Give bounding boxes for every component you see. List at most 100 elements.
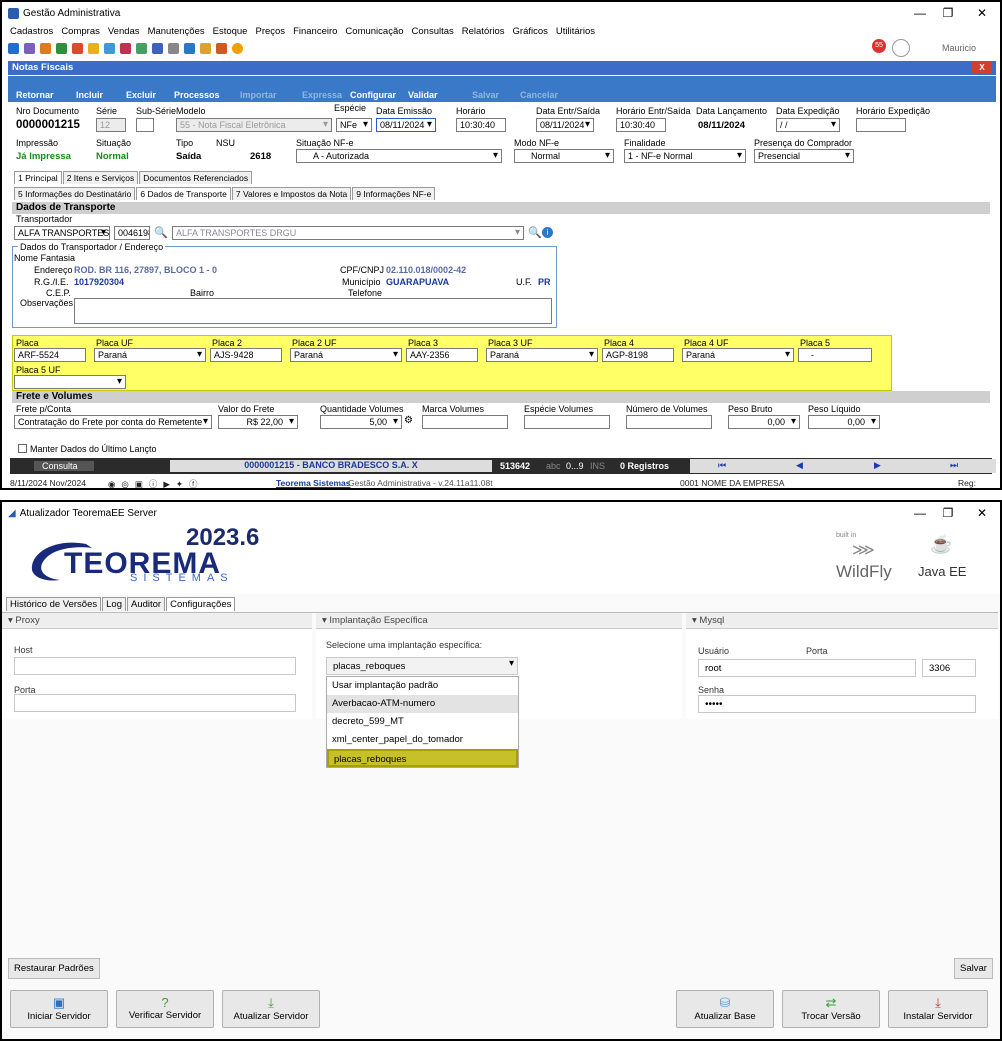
tab-auditor[interactable]: Auditor [126,597,166,611]
hentr-field[interactable]: 10:30:40 [616,118,666,132]
atualizar-base-button[interactable]: ⛁ Atualizar Base [676,990,774,1028]
peso-bruto-field[interactable]: 0,00 [728,415,800,429]
tab-docs-ref[interactable]: Documentos Referenciados [139,171,253,184]
menu-comunicacao[interactable]: Comunicação [345,26,403,37]
minimize-icon[interactable]: — [910,6,930,20]
usuario-input[interactable]: root [698,659,916,677]
proxy-header[interactable]: ▾ Proxy [2,613,312,629]
atualizar-servidor-button[interactable]: ⤓ Atualizar Servidor [222,990,320,1028]
users-icon[interactable] [24,42,35,54]
transportador-select[interactable]: ALFA TRANSPORTES [14,226,110,240]
numero-vol-field[interactable] [626,415,712,429]
tab-principal[interactable]: 1 Principal [14,171,62,184]
modo-select[interactable]: Normal [514,149,614,163]
impl-select[interactable]: placas_reboques [326,657,518,675]
incluir-button[interactable]: Incluir [76,90,103,100]
transportador-name[interactable]: ALFA TRANSPORTES DRGU [172,226,524,240]
impl-option[interactable]: Usar implantação padrão [327,677,518,695]
menu-compras[interactable]: Compras [61,26,100,37]
menu-graficos[interactable]: Gráficos [513,26,548,37]
cancelar-button[interactable]: Cancelar [520,90,558,100]
porta-input[interactable] [14,694,296,712]
validar-button[interactable]: Validar [408,90,438,100]
hexped-field[interactable] [856,118,906,132]
menu-financeiro[interactable]: Financeiro [293,26,337,37]
excluir-button[interactable]: Excluir [126,90,156,100]
impl-option-selected[interactable]: placas_reboques [327,749,518,767]
marca-field[interactable] [422,415,508,429]
footer-brand[interactable]: Teorema Sistemas [276,478,351,488]
menu-utilitarios[interactable]: Utilitários [556,26,595,37]
emissao-field[interactable]: 08/11/2024 [376,118,436,132]
maximize-icon[interactable]: ❐ [938,6,958,20]
processos-button[interactable]: Processos [174,90,220,100]
restaurar-button[interactable]: Restaurar Padrões [8,958,100,979]
peso-liquido-field[interactable]: 0,00 [808,415,880,429]
impl-header[interactable]: ▾ Implantação Específica [316,613,682,629]
clock-icon[interactable] [200,42,211,54]
calendar-icon[interactable] [184,42,195,54]
menu-relatorios[interactable]: Relatórios [462,26,505,37]
senha-input[interactable]: ••••• [698,695,976,713]
placa3-uf-select[interactable]: Paraná [486,348,598,362]
tab-destinatario[interactable]: 5 Informações do Destinatário [14,187,136,200]
menu-estoque[interactable]: Estoque [213,26,248,37]
salvar-config-button[interactable]: Salvar [954,958,993,979]
expressa-button[interactable]: Expressa [302,90,342,100]
tab-valores[interactable]: 7 Valores e Impostos da Nota [231,187,352,200]
folder-icon[interactable] [8,42,19,54]
iniciar-servidor-button[interactable]: ▣ Iniciar Servidor [10,990,108,1028]
sitnfe-select[interactable]: A - Autorizada [296,149,502,163]
tools-icon[interactable] [56,42,67,54]
placa3-field[interactable]: AAY-2356 [406,348,478,362]
cart-icon[interactable] [40,42,51,54]
print-icon[interactable] [168,42,179,54]
obs-field[interactable] [74,298,552,324]
minimize-icon[interactable]: — [910,506,930,520]
transportador-code[interactable]: 0046198 [114,226,150,240]
instalar-servidor-button[interactable]: ⤓ Instalar Servidor [888,990,988,1028]
retornar-button[interactable]: Retornar [16,90,54,100]
menu-vendas[interactable]: Vendas [108,26,140,37]
info-icon[interactable]: i [542,227,553,238]
tab-transporte[interactable]: 6 Dados de Transporte [136,187,231,200]
avatar[interactable] [892,39,910,57]
nf-close-button[interactable]: X [972,62,992,73]
tab-log[interactable]: Log [102,597,126,611]
impl-option[interactable]: xml_center_papel_do_tomador [327,731,518,749]
host-input[interactable] [14,657,296,675]
menu-cadastros[interactable]: Cadastros [10,26,53,37]
close-icon[interactable]: ✕ [972,6,992,20]
especie-select[interactable]: NFe [336,118,372,132]
especie-vol-field[interactable] [524,415,610,429]
close-icon[interactable]: ✕ [972,506,992,520]
tab-info-nfe[interactable]: 9 Informações NF-e [352,187,436,200]
presenca-select[interactable]: Presencial [754,149,854,163]
trocar-versao-button[interactable]: ⇄ Trocar Versão [782,990,880,1028]
menu-precos[interactable]: Preços [255,26,285,37]
money-icon[interactable] [88,42,99,54]
truck-icon[interactable] [136,42,147,54]
mysql-porta-input[interactable]: 3306 [922,659,976,677]
menu-consultas[interactable]: Consultas [412,26,454,37]
mail-icon[interactable] [152,42,163,54]
notification-badge[interactable]: 55 [872,39,886,53]
placa-uf-select[interactable]: Paraná [94,348,206,362]
smile-icon[interactable] [232,42,243,54]
calc-icon[interactable]: ⚙ [404,415,413,426]
placa5-field[interactable]: - [798,348,872,362]
tab-configuracoes[interactable]: Configurações [166,597,236,611]
importar-button[interactable]: Importar [240,90,277,100]
placa4-field[interactable]: AGP-8198 [602,348,674,362]
social-icons[interactable]: ◉◎▣ⓘ▶✦ⓕ [108,478,204,488]
next-record-icon[interactable]: ▶ [874,460,881,471]
impl-option[interactable]: Averbacao-ATM-numero [327,695,518,713]
finalidade-select[interactable]: 1 - NF-e Normal [624,149,746,163]
entr-field[interactable]: 08/11/2024 [536,118,594,132]
placa4-uf-select[interactable]: Paraná [682,348,794,362]
menu-manutencoes[interactable]: Manutenções [148,26,205,37]
search-icon[interactable]: 🔍 [528,226,542,239]
tab-itens[interactable]: 2 Itens e Serviços [62,171,139,184]
tab-historico[interactable]: Histórico de Versões [6,597,102,611]
subserie-field[interactable] [136,118,154,132]
